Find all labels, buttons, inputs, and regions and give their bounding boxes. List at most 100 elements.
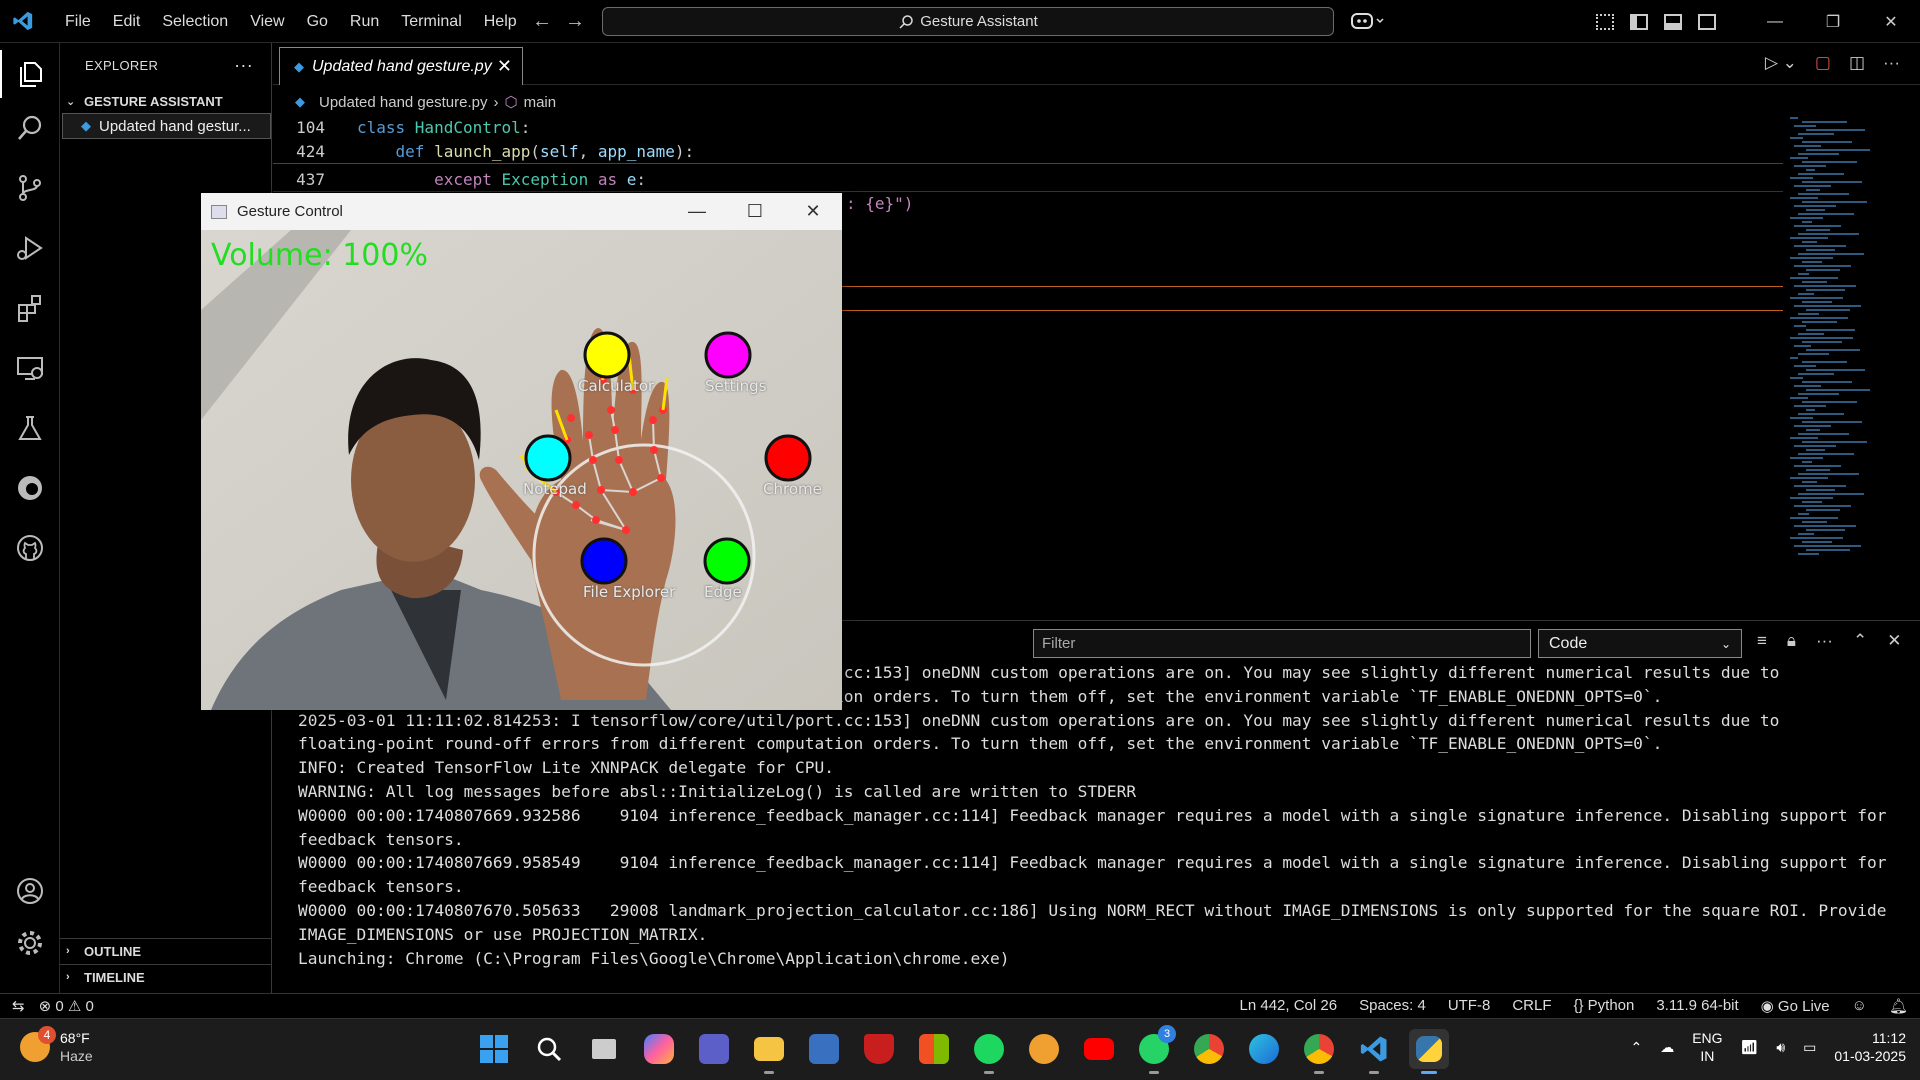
outline-section[interactable]: › OUTLINE bbox=[60, 938, 272, 963]
testing-icon[interactable] bbox=[0, 404, 60, 452]
toggle-secondary-sidebar-icon[interactable] bbox=[1698, 13, 1716, 30]
onedrive-cloud-icon[interactable]: ☁ bbox=[1660, 1039, 1674, 1056]
cursor-position[interactable]: Ln 442, Col 26 bbox=[1240, 997, 1338, 1015]
minimap-line bbox=[1806, 289, 1845, 291]
more-actions-icon[interactable]: ··· bbox=[234, 55, 253, 76]
task-view-icon[interactable] bbox=[584, 1029, 624, 1069]
mywifi-app-icon[interactable] bbox=[804, 1029, 844, 1069]
copilot-app-icon[interactable] bbox=[639, 1029, 679, 1069]
clear-output-icon[interactable]: ≡ bbox=[1757, 631, 1767, 651]
split-editor-icon[interactable]: ◫ bbox=[1849, 53, 1865, 73]
language-indicator[interactable]: ENG IN bbox=[1692, 1029, 1722, 1065]
tab-updated-hand-gesture[interactable]: ◆ Updated hand gesture.py ✕ bbox=[279, 47, 523, 85]
more-actions-icon[interactable]: ··· bbox=[1883, 53, 1900, 73]
accounts-icon[interactable] bbox=[0, 867, 60, 915]
file-explorer-button[interactable] bbox=[580, 537, 628, 585]
menu-edit[interactable]: Edit bbox=[102, 13, 152, 31]
run-debug-icon[interactable] bbox=[0, 224, 60, 272]
weather-widget[interactable]: 4 68°F Haze bbox=[20, 1026, 93, 1065]
start-button-icon[interactable] bbox=[474, 1029, 514, 1069]
remote-explorer-icon[interactable] bbox=[0, 344, 60, 392]
minimap[interactable] bbox=[1790, 115, 1906, 595]
notepad-button[interactable] bbox=[524, 434, 572, 482]
menu-file[interactable]: File bbox=[54, 13, 102, 31]
more-actions-icon[interactable]: ··· bbox=[1816, 631, 1833, 651]
output-filter-input[interactable] bbox=[1033, 629, 1531, 658]
spotify-icon[interactable] bbox=[969, 1029, 1009, 1074]
close-tab-icon[interactable]: ✕ bbox=[497, 56, 512, 77]
encoding[interactable]: UTF-8 bbox=[1448, 997, 1491, 1015]
menu-help[interactable]: Help bbox=[473, 13, 528, 31]
explorer-icon[interactable] bbox=[0, 50, 60, 98]
calculator-button[interactable] bbox=[583, 331, 631, 379]
vscode-taskbar-icon[interactable] bbox=[1354, 1029, 1394, 1074]
copilot-icon[interactable] bbox=[1350, 11, 1386, 31]
lock-scroll-icon[interactable]: 🔒︎ bbox=[1787, 631, 1796, 651]
chrome-profile-icon[interactable] bbox=[1299, 1029, 1339, 1074]
battery-icon[interactable]: ▭ bbox=[1803, 1039, 1816, 1056]
chrome-button[interactable] bbox=[764, 434, 812, 482]
menu-terminal[interactable]: Terminal bbox=[390, 13, 472, 31]
github-icon[interactable] bbox=[0, 524, 60, 572]
minimize-icon[interactable]: — bbox=[1746, 13, 1804, 31]
teams-icon[interactable] bbox=[694, 1029, 734, 1069]
gesture-control-window[interactable]: Gesture Control — ☐ ✕ Volume: 100% Calcu… bbox=[201, 193, 842, 710]
settings-button[interactable] bbox=[704, 331, 752, 379]
go-live-button[interactable]: ◉ Go Live bbox=[1761, 997, 1830, 1015]
volume-icon[interactable]: 🔊︎ bbox=[1776, 1039, 1785, 1056]
breadcrumb-symbol[interactable]: main bbox=[524, 94, 557, 111]
command-center[interactable]: Gesture Assistant bbox=[602, 7, 1334, 36]
close-panel-icon[interactable]: ✕ bbox=[1887, 631, 1901, 651]
toggle-sidebar-icon[interactable] bbox=[1630, 13, 1648, 30]
toggle-panel-icon[interactable] bbox=[1664, 13, 1682, 30]
whatsapp-icon[interactable]: 3 bbox=[1134, 1025, 1176, 1074]
youtube-icon[interactable] bbox=[1079, 1029, 1119, 1069]
search-icon[interactable] bbox=[529, 1029, 569, 1069]
output-channel-select[interactable]: Code ⌄ bbox=[1538, 629, 1742, 658]
source-control-icon[interactable] bbox=[0, 164, 60, 212]
microsoft-store-icon[interactable] bbox=[914, 1029, 954, 1069]
maximize-panel-icon[interactable]: ⌃ bbox=[1853, 631, 1867, 651]
problems-indicator[interactable]: ⊗ 0 ⚠ 0 bbox=[39, 997, 94, 1015]
extensions-icon[interactable] bbox=[0, 284, 60, 332]
restore-icon[interactable]: ❐ bbox=[1804, 12, 1862, 32]
sunny-app-icon[interactable] bbox=[1024, 1029, 1064, 1069]
copilot-status-icon[interactable]: ☺ bbox=[1852, 997, 1867, 1015]
python-taskbar-icon[interactable] bbox=[1409, 1029, 1449, 1074]
mcafee-icon[interactable] bbox=[859, 1029, 899, 1069]
folder-section[interactable]: ⌄ GESTURE ASSISTANT bbox=[60, 89, 271, 113]
menu-view[interactable]: View bbox=[239, 13, 295, 31]
maximize-icon[interactable]: ☐ bbox=[726, 201, 784, 222]
line-ending[interactable]: CRLF bbox=[1512, 997, 1551, 1015]
menu-selection[interactable]: Selection bbox=[151, 13, 239, 31]
file-explorer-icon[interactable] bbox=[749, 1029, 789, 1074]
clock[interactable]: 11:12 01-03-2025 bbox=[1834, 1029, 1906, 1065]
menu-run[interactable]: Run bbox=[339, 13, 390, 31]
menu-go[interactable]: Go bbox=[296, 13, 339, 31]
customize-layout-icon[interactable] bbox=[1596, 13, 1614, 30]
remote-icon[interactable]: ⇆ bbox=[12, 997, 25, 1015]
edge-devtools-icon[interactable] bbox=[0, 464, 60, 512]
close-icon[interactable]: ✕ bbox=[784, 201, 842, 222]
back-arrow-icon[interactable]: ← bbox=[532, 10, 552, 33]
timeline-section[interactable]: › TIMELINE bbox=[60, 964, 272, 989]
search-icon[interactable] bbox=[0, 104, 60, 152]
file-item[interactable]: ◆ Updated hand gestur... bbox=[62, 113, 271, 139]
wifi-icon[interactable]: 📶︎ bbox=[1741, 1039, 1759, 1056]
forward-arrow-icon[interactable]: → bbox=[565, 10, 585, 33]
chrome-icon[interactable] bbox=[1189, 1029, 1229, 1069]
minimize-icon[interactable]: — bbox=[668, 201, 726, 222]
manage-gear-icon[interactable] bbox=[0, 919, 60, 967]
gesture-window-titlebar[interactable]: Gesture Control — ☐ ✕ bbox=[201, 193, 842, 230]
breadcrumb-file[interactable]: Updated hand gesture.py bbox=[319, 94, 487, 111]
run-python-icon[interactable]: ▷ ⌄ bbox=[1765, 53, 1797, 73]
stop-icon[interactable]: ▢ bbox=[1815, 53, 1831, 73]
chevron-up-icon[interactable]: ⌃ bbox=[1630, 1039, 1642, 1056]
indentation[interactable]: Spaces: 4 bbox=[1359, 997, 1426, 1015]
python-interpreter[interactable]: 3.11.9 64-bit bbox=[1656, 997, 1738, 1015]
edge-button[interactable] bbox=[703, 537, 751, 585]
language-mode[interactable]: {} Python bbox=[1573, 997, 1634, 1015]
notifications-bell-icon[interactable]: 🔔︎ bbox=[1889, 997, 1908, 1015]
close-icon[interactable]: ✕ bbox=[1862, 12, 1920, 32]
edge-icon[interactable] bbox=[1244, 1029, 1284, 1069]
